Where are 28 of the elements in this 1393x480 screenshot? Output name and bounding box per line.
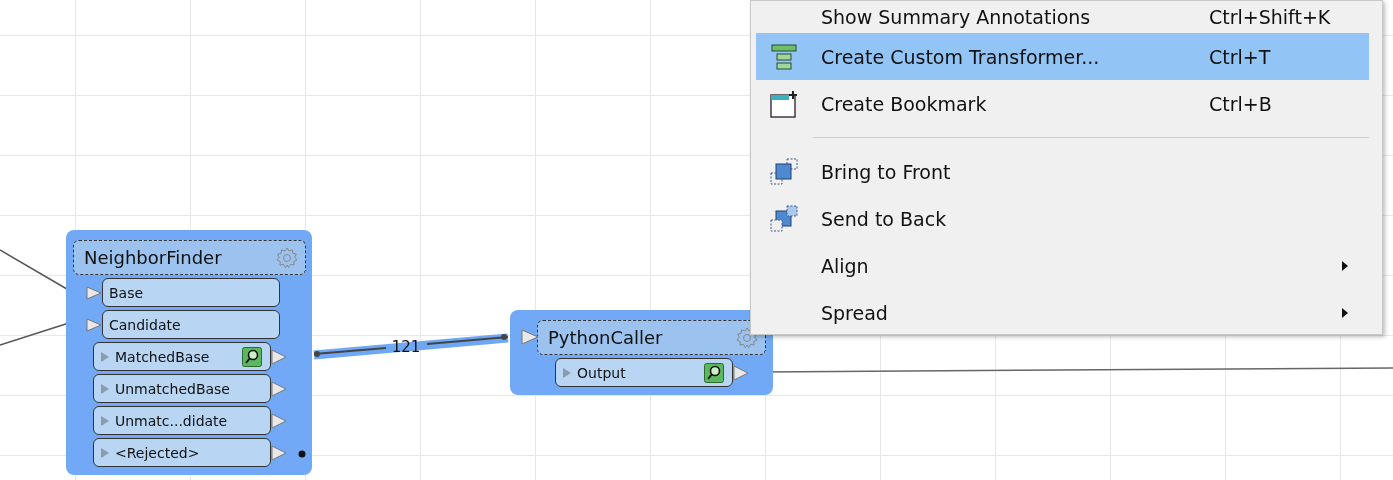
- menu-item[interactable]: Bring to Front: [756, 148, 1369, 195]
- input-port[interactable]: Base: [102, 278, 280, 307]
- menu-item[interactable]: Send to Back: [756, 195, 1369, 242]
- output-port[interactable]: Unmatc...didate: [93, 406, 271, 435]
- port-label: Output: [577, 364, 627, 381]
- input-port[interactable]: Candidate: [102, 310, 280, 339]
- transformer-node[interactable]: NeighborFinder Base Candidate MatchedBase UnmatchedBase Unmatc...didate <Rejected>: [66, 230, 312, 475]
- menu-item[interactable]: Show Summary Annotations Ctrl+Shift+K: [756, 1, 1369, 33]
- connection-line[interactable]: 121: [313, 333, 509, 360]
- transformer-node[interactable]: PythonCaller Output: [510, 310, 773, 395]
- menu-item[interactable]: Align: [756, 242, 1369, 289]
- output-port[interactable]: UnmatchedBase: [93, 374, 271, 403]
- port-label: <Rejected>: [115, 444, 201, 461]
- transformer-title: PythonCaller: [548, 327, 663, 348]
- port-label: UnmatchedBase: [115, 380, 231, 397]
- transformer-header[interactable]: PythonCaller: [537, 320, 766, 355]
- port-label: Base: [109, 284, 145, 301]
- transformer-header[interactable]: NeighborFinder: [73, 240, 306, 275]
- menu-item[interactable]: Create Bookmark Ctrl+B: [756, 80, 1369, 127]
- port-label: Unmatc...didate: [115, 412, 229, 429]
- output-port[interactable]: <Rejected>: [93, 438, 271, 467]
- output-port[interactable]: Output: [555, 358, 733, 387]
- port-label: Candidate: [109, 316, 182, 333]
- port-label: MatchedBase: [115, 348, 211, 365]
- transformer-title: NeighborFinder: [84, 247, 222, 268]
- menu-item[interactable]: Create Custom Transformer... Ctrl+T: [756, 33, 1369, 80]
- feature-count: 121: [391, 338, 421, 356]
- output-port[interactable]: MatchedBase: [93, 342, 271, 371]
